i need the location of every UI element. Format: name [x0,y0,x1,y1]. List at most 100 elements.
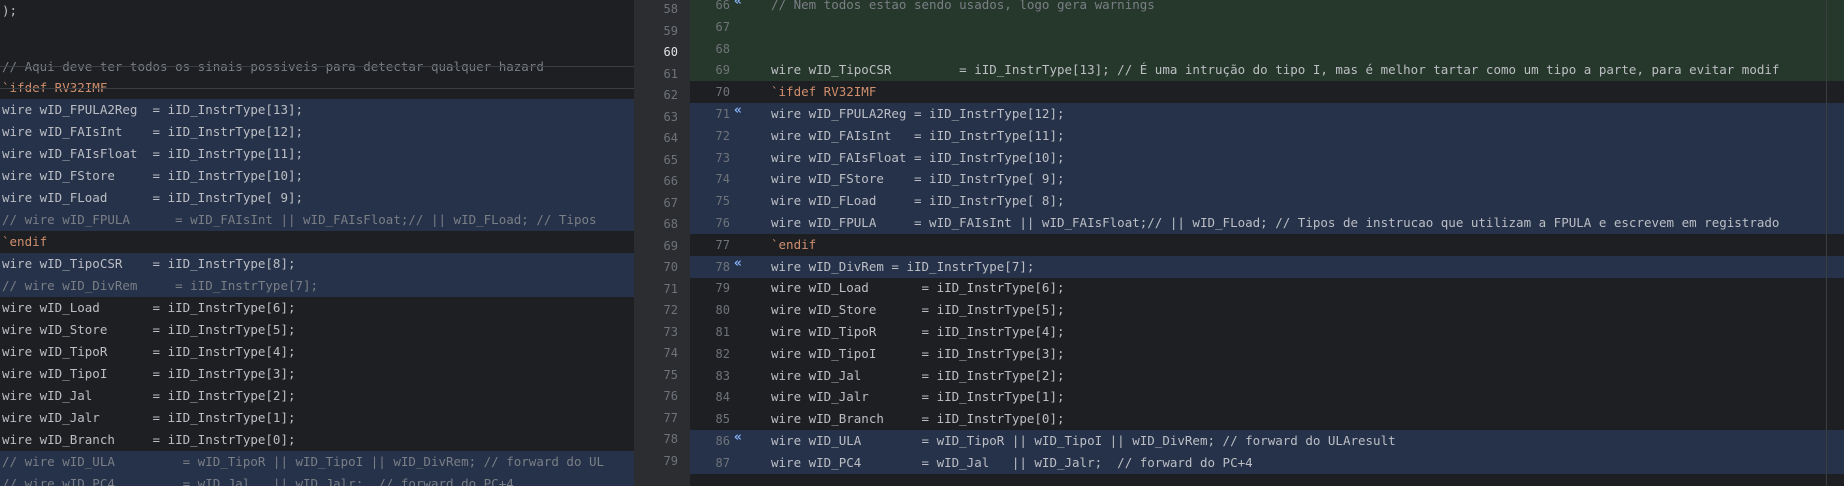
left-code-text: wire wID_Store = iID_InstrType[5]; [2,322,296,337]
left-line-number: 79 [663,453,678,468]
left-line-number: 75 [663,367,678,382]
right-code-line[interactable]: 74 wire wID_FStore = iID_InstrType[ 9]; [690,168,1844,191]
right-code-line[interactable]: 82 wire wID_TipoI = iID_InstrType[3]; [690,343,1844,365]
accept-change-left-icon[interactable]: « [734,103,742,118]
right-line-number: 85 [715,412,730,427]
left-code-line[interactable]: `endif [0,231,634,253]
right-code-line[interactable]: 67 [690,15,1844,38]
right-code-line[interactable]: 84 wire wID_Jalr = iID_InstrType[1]; [690,386,1844,408]
left-code-text: `endif [2,234,48,249]
right-code-line[interactable]: 68 [690,37,1844,60]
left-code-text: wire wID_TipoR = iID_InstrType[4]; [2,344,296,359]
right-code-line[interactable]: 77 `endif [690,234,1844,256]
accept-change-left-icon[interactable]: « [734,256,742,271]
left-code-text: wire wID_TipoI = iID_InstrType[3]; [2,366,296,381]
left-code-text: wire wID_FAIsInt = iID_InstrType[12]; [2,124,304,139]
right-code-text: wire wID_PC4 = wID_Jal || wID_Jalr; // f… [771,454,1253,470]
left-code-text: wire wID_FAIsFloat = iID_InstrType[11]; [2,146,304,161]
accept-change-left-icon[interactable]: « [734,0,742,9]
left-code-line[interactable]: // wire wID_PC4 = wID_Jal || wID_Jalr; /… [0,473,634,486]
right-code-line[interactable]: 72 wire wID_FAIsInt = iID_InstrType[11]; [690,124,1844,147]
right-line-number: 73 [715,150,730,165]
right-line-number: 84 [715,390,730,405]
left-code-line[interactable]: wire wID_Jal = iID_InstrType[2]; [0,385,634,407]
right-code-line[interactable]: 70 `ifdef RV32IMF [690,81,1844,103]
right-line-number: 75 [715,194,730,209]
left-code-line[interactable]: // Aqui deve ter todos os sinais possive… [0,56,634,78]
right-line-number: 66 [715,0,730,12]
left-code-line[interactable]: ); [0,0,634,22]
right-code-line[interactable]: 85 wire wID_Branch = iID_InstrType[0]; [690,408,1844,430]
right-code-text: `ifdef RV32IMF [771,84,877,100]
left-code-line[interactable]: wire wID_FAIsFloat = iID_InstrType[11]; [0,143,634,165]
left-code-line[interactable]: wire wID_Load = iID_InstrType[6]; [0,297,634,319]
left-code-line[interactable]: // wire wID_ULA = wID_TipoR || wID_TipoI… [0,451,634,473]
left-code-line[interactable]: wire wID_Store = iID_InstrType[5]; [0,319,634,341]
left-line-number: 64 [663,131,678,145]
right-code-line[interactable]: 69 wire wID_TipoCSR = iID_InstrType[13]; … [690,59,1844,82]
left-code-line[interactable]: wire wID_FLoad = iID_InstrType[ 9]; [0,187,634,209]
right-code-line[interactable]: 79 wire wID_Load = iID_InstrType[6]; [690,277,1844,299]
right-code-line[interactable]: 71 wire wID_FPULA2Reg = iID_InstrType[12]… [690,103,1844,125]
right-line-number: 76 [715,216,730,230]
right-code-text: wire wID_TipoI = iID_InstrType[3]; [771,345,1065,361]
accept-change-left-icon[interactable]: « [734,430,742,445]
left-code-line[interactable] [0,22,634,44]
left-line-number: 71 [663,281,678,296]
right-code-line[interactable]: 86 wire wID_ULA = wID_TipoR || wID_TipoI … [690,430,1844,452]
left-line-number: 65 [663,152,678,167]
left-code-line[interactable]: wire wID_FPULA2Reg = iID_InstrType[13]; [0,99,634,121]
left-line-number: 60 [663,45,678,59]
right-code-text: wire wID_DivRem = iID_InstrType[7]; [771,258,1035,274]
left-code-text: wire wID_Jalr = iID_InstrType[1]; [2,410,296,425]
left-code-line[interactable]: wire wID_TipoI = iID_InstrType[3]; [0,363,634,385]
left-line-number: 70 [663,260,678,274]
right-code-line[interactable]: 80 wire wID_Store = iID_InstrType[5]; [690,299,1844,321]
right-line-number: 72 [715,128,730,143]
left-code-line[interactable]: // wire wID_FPULA = wID_FAIsInt || wID_F… [0,209,634,231]
right-code-text: wire wID_FStore = iID_InstrType[ 9]; [771,171,1065,187]
right-line-number: 87 [715,455,730,470]
left-line-number: 63 [663,109,678,124]
right-code-line[interactable]: 73 wire wID_FAIsFloat = iID_InstrType[10]… [690,146,1844,169]
right-code-text: wire wID_TipoCSR = iID_InstrType[13]; //… [771,62,1780,78]
right-line-number: 82 [715,346,730,361]
left-code-line[interactable]: wire wID_FAIsInt = iID_InstrType[12]; [0,121,634,143]
right-line-number: 70 [715,85,730,100]
right-code-text: wire wID_FAIsInt = iID_InstrType[11]; [771,127,1065,143]
diff-gutter: 58 59 60 61 62 63 64 65 66 67 68 69 70 71 72 73 74 75 76 77… [634,0,690,486]
left-code-line[interactable]: // wire wID_DivRem = iID_InstrType[7]; [0,275,634,297]
right-line-number: 86 [715,434,730,448]
right-code-line[interactable]: 83 wire wID_Jal = iID_InstrType[2]; [690,365,1844,387]
left-code-line[interactable]: wire wID_FStore = iID_InstrType[10]; [0,165,634,187]
left-code-line[interactable]: wire wID_Jalr = iID_InstrType[1]; [0,407,634,429]
right-code-text: wire wID_FLoad = iID_InstrType[ 8]; [771,193,1065,209]
left-code-line[interactable]: wire wID_TipoR = iID_InstrType[4]; [0,341,634,363]
left-line-number: 77 [663,410,678,425]
right-code-line[interactable]: 78 wire wID_DivRem = iID_InstrType[7]; [690,255,1844,278]
right-line-number: 71 [715,107,730,121]
right-code-line[interactable]: 66 // Nem todos estao sendo usados, logo … [690,0,1844,16]
right-code-line[interactable]: 87 wire wID_PC4 = wID_Jal || wID_Jalr; //… [690,451,1844,474]
left-code-text: // wire wID_DivRem = iID_InstrType[7]; [2,278,319,293]
left-line-number: 58 [663,2,678,16]
right-code-text: wire wID_FPULA2Reg = iID_InstrType[12]; [771,106,1065,121]
left-code-text: wire wID_Branch = iID_InstrType[0]; [2,432,296,447]
line-separator [0,66,634,67]
left-editor-pane[interactable]: ); // Aqui deve ter todos os sinais possi… [0,0,634,486]
right-line-number: 67 [715,19,730,34]
left-code-line[interactable]: wire wID_Branch = iID_InstrType[0]; [0,429,634,451]
left-code-text: wire wID_FPULA2Reg = iID_InstrType[13]; [2,102,304,117]
right-editor-pane[interactable]: 66 // Nem todos estao sendo usados, logo … [690,0,1844,486]
left-line-number: 74 [663,346,678,360]
right-line-number: 80 [715,303,730,318]
left-code-line[interactable]: wire wID_TipoCSR = iID_InstrType[8]; [0,253,634,275]
right-line-number: 77 [715,237,730,252]
left-line-number: 67 [663,195,678,210]
right-line-number: 74 [715,172,730,187]
right-code-line[interactable]: 76 wire wID_FPULA = wID_FAIsInt || wID_FA… [690,212,1844,234]
right-code-line[interactable]: 75 wire wID_FLoad = iID_InstrType[ 8]; [690,190,1844,213]
right-line-number: 78 [715,259,730,274]
right-code-line[interactable]: 81 wire wID_TipoR = iID_InstrType[4]; [690,321,1844,343]
right-line-number: 81 [715,325,730,339]
